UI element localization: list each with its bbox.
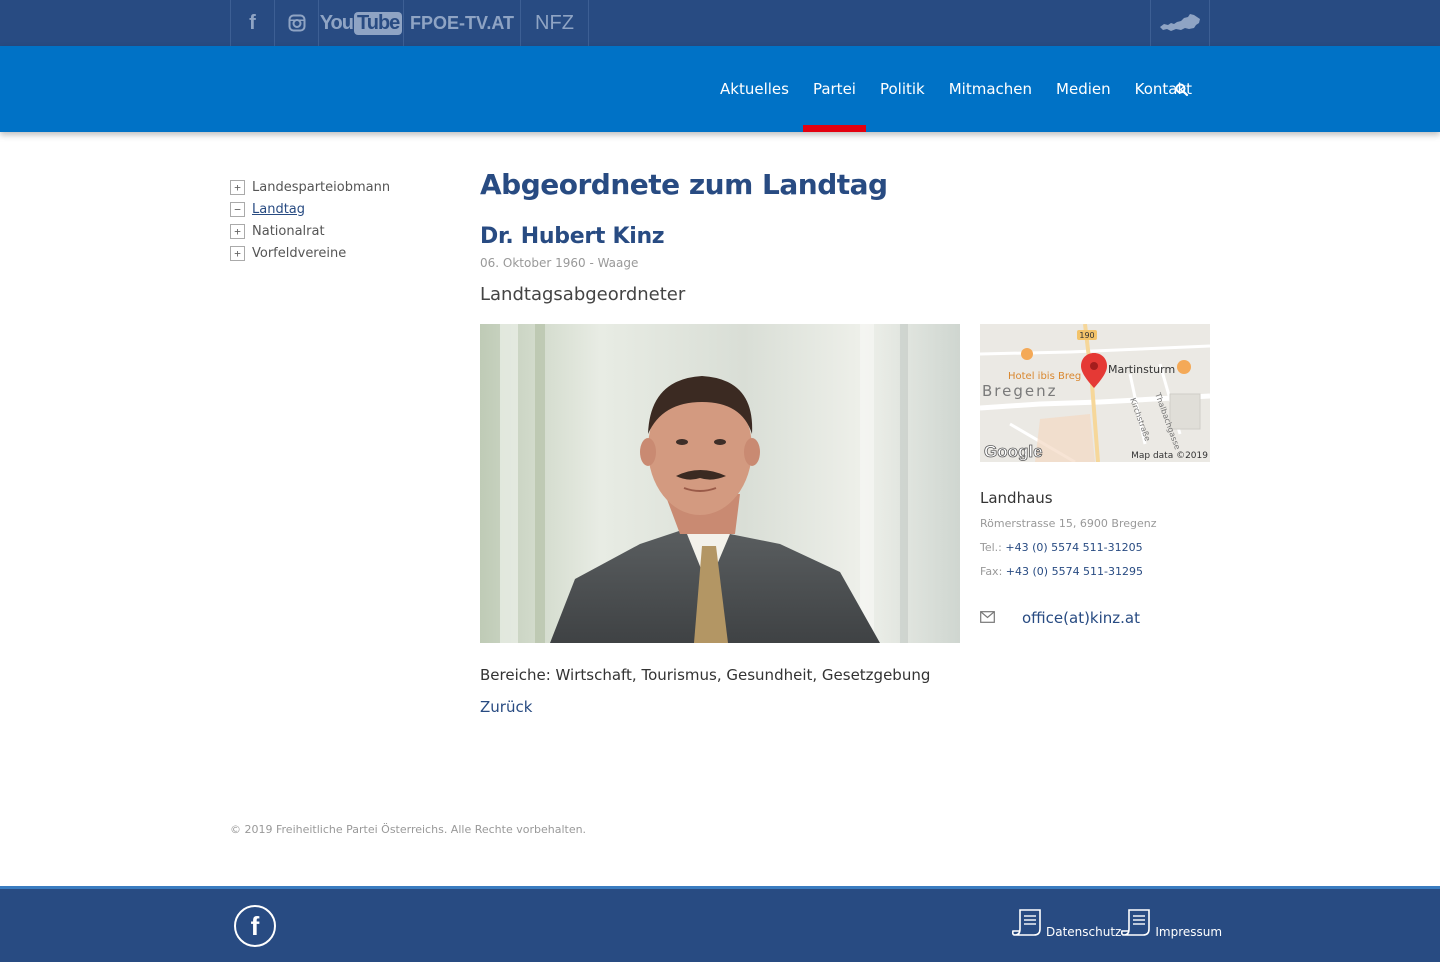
map-road-badge: 190 <box>1079 331 1094 340</box>
fax-value[interactable]: +43 (0) 5574 511-31295 <box>1006 565 1143 578</box>
datenschutz-label[interactable]: Datenschutz <box>1046 925 1121 939</box>
instagram-link[interactable] <box>274 0 318 46</box>
main-menu: Aktuelles Partei Politik Mitmachen Medie… <box>708 46 1204 132</box>
expand-icon[interactable]: + <box>230 223 245 239</box>
footer-links: Datenschutz Impressum <box>1012 907 1222 939</box>
sidebar-item-nationalrat[interactable]: + Nationalrat <box>230 220 450 242</box>
person-birthdate: 06. Oktober 1960 - Waage <box>480 256 639 270</box>
facebook-link[interactable]: f <box>230 0 274 46</box>
nav-item-aktuelles[interactable]: Aktuelles <box>708 46 801 132</box>
fpoe-tv-link[interactable]: FPOE-TV.AT <box>403 0 520 46</box>
youtube-logo-you: You <box>319 11 354 34</box>
footer: f Datenschutz Impressum <box>0 886 1440 962</box>
address-phone: Tel.: +43 (0) 5574 511-31205 <box>980 541 1143 554</box>
sidebar-item-landtag[interactable]: − Landtag <box>230 198 450 220</box>
sidebar-item-vorfeldvereine[interactable]: + Vorfeldvereine <box>230 242 450 264</box>
person-role: Landtagsabgeordneter <box>480 284 686 305</box>
impressum-link[interactable]: Impressum <box>1121 907 1222 939</box>
expand-icon[interactable]: + <box>230 245 245 261</box>
address-street: Römerstrasse 15, 6900 Bregenz <box>980 517 1157 530</box>
sidebar-item-label[interactable]: Landtag <box>252 202 305 217</box>
nav-item-mitmachen[interactable]: Mitmachen <box>937 46 1044 132</box>
email-row[interactable]: office(at)kinz.at <box>980 609 1140 627</box>
fpoe-tv-logo: FPOE-TV.AT <box>409 12 514 33</box>
phone-value[interactable]: +43 (0) 5574 511-31205 <box>1005 541 1142 554</box>
location-map[interactable]: 190 Hotel ibis Breg Martinsturm Bregenz … <box>980 324 1210 462</box>
instagram-icon <box>288 14 305 32</box>
address-title: Landhaus <box>980 489 1053 507</box>
areas-text: Bereiche: Wirtschaft, Tourismus, Gesundh… <box>480 666 931 684</box>
datenschutz-link[interactable]: Datenschutz <box>1012 907 1121 939</box>
top-bar: f You Tube FPOE-TV.AT NFZ <box>0 0 1440 46</box>
sidebar-item-label[interactable]: Landesparteiobmann <box>252 180 390 195</box>
address-fax: Fax: +43 (0) 5574 511-31295 <box>980 565 1143 578</box>
nfz-link[interactable]: NFZ <box>520 0 589 46</box>
fax-label: Fax: <box>980 565 1003 578</box>
nav-item-kontakt[interactable]: Kontakt <box>1123 46 1204 132</box>
nfz-logo: NFZ <box>535 11 574 34</box>
search-icon[interactable] <box>1174 82 1190 98</box>
impressum-label[interactable]: Impressum <box>1155 925 1222 939</box>
person-name: Dr. Hubert Kinz <box>480 224 665 249</box>
austria-map-link[interactable] <box>1150 0 1210 46</box>
phone-label: Tel.: <box>980 541 1002 554</box>
sidebar-item-label[interactable]: Nationalrat <box>252 224 325 239</box>
page-title: Abgeordnete zum Landtag <box>480 168 888 201</box>
map-label-city: Bregenz <box>982 382 1058 400</box>
facebook-icon: f <box>249 11 256 34</box>
nav-item-politik[interactable]: Politik <box>868 46 937 132</box>
austria-map-icon <box>1160 14 1200 31</box>
nav-item-partei[interactable]: Partei <box>801 46 868 132</box>
social-links: f You Tube FPOE-TV.AT NFZ <box>230 0 589 46</box>
copyright: © 2019 Freiheitliche Partei Österreichs.… <box>230 823 587 836</box>
sidebar-item-label[interactable]: Vorfeldvereine <box>252 246 346 261</box>
back-link[interactable]: Zurück <box>480 698 532 716</box>
collapse-icon[interactable]: − <box>230 201 245 217</box>
document-icon <box>1121 909 1151 936</box>
google-logo: Google <box>984 442 1043 461</box>
facebook-icon[interactable]: f <box>234 905 276 947</box>
main-navbar: Aktuelles Partei Politik Mitmachen Medie… <box>0 46 1440 132</box>
envelope-icon <box>980 609 1022 627</box>
map-label-martinsturm: Martinsturm <box>1108 363 1175 376</box>
map-attribution: Map data ©2019 <box>1131 451 1208 461</box>
sidebar-tree: + Landesparteiobmann − Landtag + Nationa… <box>230 176 450 264</box>
youtube-logo-tube: Tube <box>354 11 403 35</box>
expand-icon[interactable]: + <box>230 179 245 195</box>
map-label-hotel: Hotel ibis Breg <box>1008 371 1081 382</box>
youtube-link[interactable]: You Tube <box>318 0 403 46</box>
sidebar-item-landesparteiobmann[interactable]: + Landesparteiobmann <box>230 176 450 198</box>
main-content: Abgeordnete zum Landtag Dr. Hubert Kinz … <box>480 168 1210 716</box>
email-link[interactable]: office(at)kinz.at <box>1022 609 1140 627</box>
portrait-photo <box>480 324 960 643</box>
document-icon <box>1012 909 1041 936</box>
nav-item-medien[interactable]: Medien <box>1044 46 1123 132</box>
